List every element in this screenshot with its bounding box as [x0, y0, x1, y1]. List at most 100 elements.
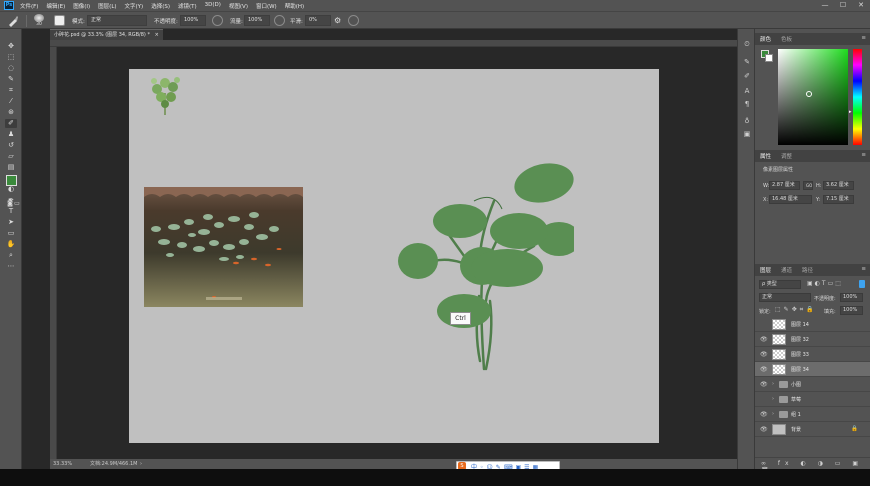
minimize-button[interactable]: —: [820, 1, 830, 10]
layer-opacity-input[interactable]: 100%: [840, 293, 863, 302]
layer-filter-select[interactable]: ρ 类型: [759, 280, 801, 289]
menu-item-5[interactable]: 选择(S): [151, 2, 170, 10]
history-panel-icon[interactable]: ⏲: [742, 39, 752, 49]
clone-stamp-tool-icon[interactable]: ♟: [5, 130, 17, 139]
brush-tool-icon[interactable]: [7, 15, 19, 27]
pressure-opacity-icon[interactable]: [212, 15, 223, 26]
smoothing-settings-gear-icon[interactable]: ⚙: [334, 16, 341, 25]
layer-row[interactable]: › 草莓: [755, 392, 870, 407]
color-saturation-field[interactable]: [778, 49, 848, 145]
libraries-panel-icon[interactable]: ▣: [742, 129, 752, 139]
opacity-input[interactable]: 100%: [180, 15, 206, 26]
hue-slider-handle-icon[interactable]: ▸: [849, 109, 852, 115]
horizontal-ruler[interactable]: [50, 40, 737, 47]
menu-item-6[interactable]: 滤镜(T): [178, 2, 197, 10]
menu-item-7[interactable]: 3D(D): [205, 2, 221, 10]
filter-toggle-icon[interactable]: [859, 280, 865, 288]
layer-visibility-eye-icon[interactable]: 👁: [760, 381, 768, 388]
panel-background-swatch[interactable]: [765, 54, 773, 62]
eyedropper-tool-icon[interactable]: ⁄: [5, 97, 17, 106]
brush-tool-icon[interactable]: ✐: [5, 119, 17, 128]
tab-channels[interactable]: 通道: [781, 266, 792, 274]
history-brush-tool-icon[interactable]: ↺: [5, 141, 17, 150]
crop-tool-icon[interactable]: ⌗: [5, 86, 17, 95]
image-canvas[interactable]: [129, 69, 659, 443]
lock-option-icons[interactable]: ⬚✎✥⌗🔒: [775, 306, 817, 314]
layer-visibility-eye-icon[interactable]: 👁: [760, 426, 768, 433]
layer-visibility-eye-icon[interactable]: 👁: [760, 411, 768, 418]
layer-row[interactable]: 👁 › 小图: [755, 377, 870, 392]
tab-paths[interactable]: 路径: [802, 266, 813, 274]
character-panel-icon[interactable]: A: [742, 86, 752, 96]
airbrush-icon[interactable]: [274, 15, 285, 26]
link-dimensions-icon[interactable]: GO: [803, 181, 813, 190]
layer-visibility-eye-icon[interactable]: 👁: [760, 366, 768, 373]
flow-input[interactable]: 100%: [244, 15, 270, 26]
pressure-size-icon[interactable]: [348, 15, 359, 26]
shape-tool-icon[interactable]: ▭: [5, 229, 17, 238]
layer-row[interactable]: 👁 › 组 1: [755, 407, 870, 422]
zoom-level[interactable]: 33.33%: [53, 459, 72, 469]
height-input[interactable]: 3.62 厘米: [823, 181, 854, 190]
hue-slider[interactable]: [853, 49, 862, 145]
layer-row[interactable]: 👁 图层 32: [755, 332, 870, 347]
brush-panel-toggle-icon[interactable]: [54, 15, 65, 26]
menu-item-3[interactable]: 图层(L): [98, 2, 116, 10]
y-position-input[interactable]: 7.15 厘米: [823, 195, 854, 204]
layer-name[interactable]: 背景: [791, 426, 801, 433]
layer-name[interactable]: 草莓: [791, 396, 801, 403]
blend-mode-select[interactable]: 正常: [759, 293, 811, 302]
paragraph-panel-icon[interactable]: ¶: [742, 99, 752, 109]
color-panel-menu-icon[interactable]: ≡: [861, 35, 866, 41]
vertical-ruler[interactable]: [50, 47, 57, 459]
mode-select[interactable]: 正常: [87, 15, 147, 26]
layer-name[interactable]: 图层 14: [791, 321, 809, 328]
x-position-input[interactable]: 16.48 厘米: [769, 195, 812, 204]
document-tab-close-icon[interactable]: ×: [155, 32, 159, 38]
group-expand-arrow-icon[interactable]: ›: [772, 396, 774, 402]
layer-visibility-eye-icon[interactable]: 👁: [760, 336, 768, 343]
menu-item-1[interactable]: 编辑(E): [46, 2, 65, 10]
width-input[interactable]: 2.87 厘米: [769, 181, 800, 190]
type-tool-icon[interactable]: T: [5, 207, 17, 216]
lasso-tool-icon[interactable]: ◌: [5, 64, 17, 73]
tab-adjustments[interactable]: 调整: [781, 152, 792, 160]
menu-item-9[interactable]: 窗口(W): [256, 2, 277, 10]
color-picker-cursor[interactable]: [806, 91, 812, 97]
brush-preset-picker[interactable]: 30: [32, 14, 46, 28]
move-tool-icon[interactable]: ✥: [5, 42, 17, 51]
zoom-tool-icon[interactable]: ⌕: [5, 251, 17, 260]
layer-row[interactable]: 👁 背景 🔒: [755, 422, 870, 437]
quick-select-tool-icon[interactable]: ✎: [5, 75, 17, 84]
menu-item-0[interactable]: 文件(F): [20, 2, 38, 10]
foreground-color-swatch[interactable]: [6, 175, 17, 186]
screen-mode-icon[interactable]: ▭: [13, 199, 21, 208]
layer-row[interactable]: 👁 图层 34: [755, 362, 870, 377]
tab-properties[interactable]: 属性: [760, 152, 771, 160]
layers-panel-menu-icon[interactable]: ≡: [861, 266, 866, 272]
layer-name[interactable]: 组 1: [791, 411, 801, 418]
layer-row[interactable]: 图层 14: [755, 317, 870, 332]
edit-toolbar-icon[interactable]: ⋯: [5, 262, 17, 271]
eraser-tool-icon[interactable]: ▱: [5, 152, 17, 161]
dodge-tool-icon[interactable]: ◐: [5, 185, 17, 194]
layer-filter-icons[interactable]: ▣◐T▭⬚: [807, 280, 843, 287]
properties-panel-menu-icon[interactable]: ≡: [861, 152, 866, 158]
group-expand-arrow-icon[interactable]: ›: [772, 381, 774, 387]
brushes-panel-icon[interactable]: ✐: [742, 71, 752, 81]
status-menu-arrow-icon[interactable]: ›: [140, 459, 142, 469]
layer-name[interactable]: 图层 33: [791, 351, 809, 358]
maximize-button[interactable]: ☐: [838, 1, 848, 10]
document-size-info[interactable]: 文档:24.9M/466.1M: [90, 459, 137, 469]
layer-name[interactable]: 图层 32: [791, 336, 809, 343]
menu-item-8[interactable]: 视图(V): [229, 2, 248, 10]
menu-item-10[interactable]: 帮助(H): [285, 2, 304, 10]
menu-item-2[interactable]: 图像(I): [73, 2, 90, 10]
smoothing-input[interactable]: 0%: [305, 15, 331, 26]
fill-input[interactable]: 100%: [840, 306, 863, 315]
marquee-tool-icon[interactable]: ⬚: [5, 53, 17, 62]
group-expand-arrow-icon[interactable]: ›: [772, 411, 774, 417]
layer-row[interactable]: 👁 图层 33: [755, 347, 870, 362]
menu-item-4[interactable]: 文字(Y): [125, 2, 144, 10]
gradient-tool-icon[interactable]: ▤: [5, 163, 17, 172]
